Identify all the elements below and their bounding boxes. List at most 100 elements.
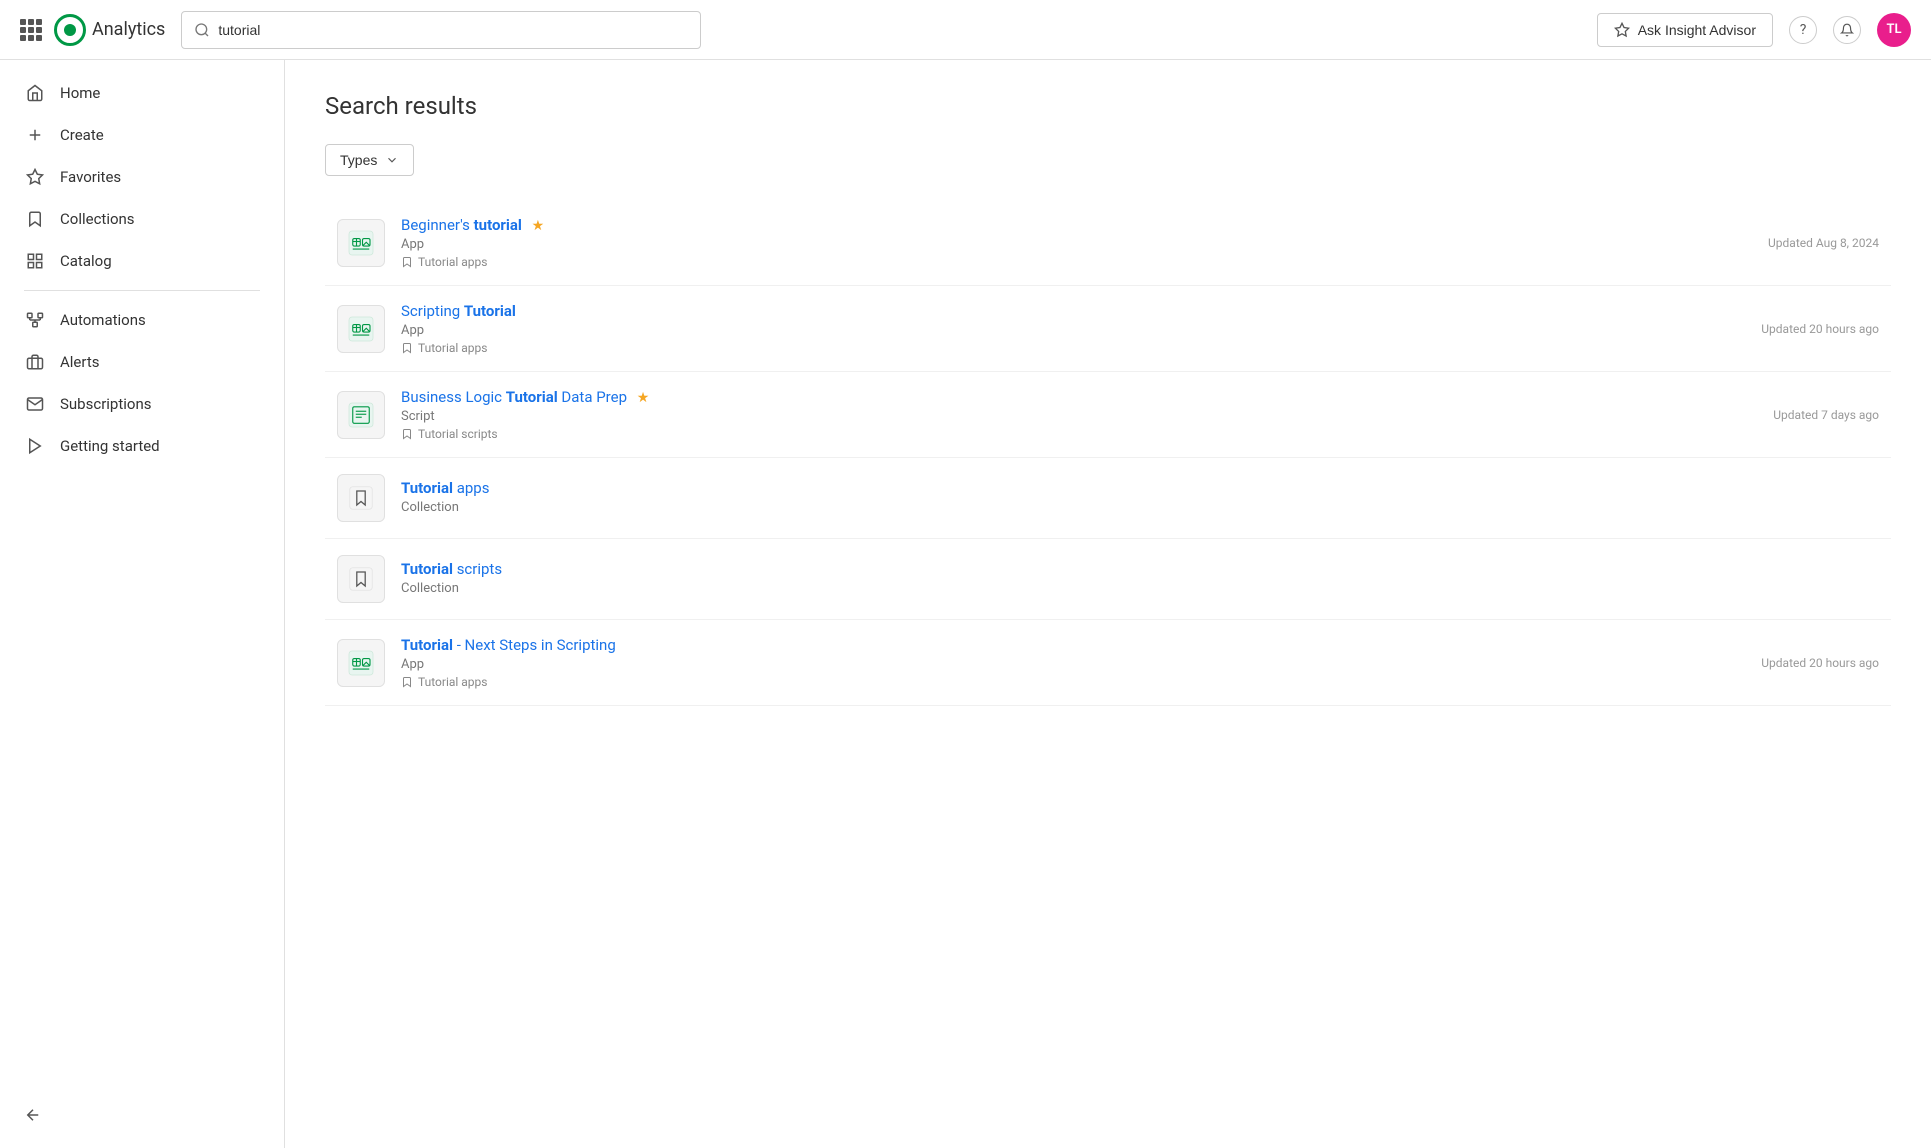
collections-icon — [24, 208, 46, 230]
result-collection: Tutorial apps — [401, 675, 1761, 689]
collection-name: Tutorial apps — [418, 255, 487, 269]
result-title: Tutorial apps — [401, 479, 1879, 497]
sidebar-item-label: Alerts — [60, 353, 100, 371]
collection-icon — [347, 484, 375, 512]
app-icon — [346, 228, 376, 258]
sidebar-item-catalog[interactable]: Catalog — [0, 240, 284, 282]
result-meta: Updated 20 hours ago — [1761, 322, 1879, 336]
help-button[interactable]: ? — [1789, 16, 1817, 44]
collapse-icon — [24, 1106, 42, 1124]
chevron-down-icon — [385, 153, 399, 167]
sidebar-item-alerts[interactable]: Alerts — [0, 341, 284, 383]
result-item-tutorial-scripts-collection[interactable]: Tutorial scripts Collection — [325, 539, 1891, 620]
result-collection: Tutorial apps — [401, 341, 1761, 355]
result-item-icon — [337, 474, 385, 522]
result-item-tutorial-next-steps[interactable]: Tutorial - Next Steps in Scripting App T… — [325, 620, 1891, 706]
insight-advisor-icon — [1614, 22, 1630, 38]
user-avatar[interactable]: TL — [1877, 13, 1911, 47]
result-collection: Tutorial scripts — [401, 427, 1773, 441]
sidebar-item-getting-started[interactable]: Getting started — [0, 425, 284, 467]
title-suffix: - Next Steps in Scripting — [453, 636, 616, 654]
sidebar-item-home[interactable]: Home — [0, 72, 284, 114]
result-item-scripting-tutorial[interactable]: Scripting Tutorial App Tutorial apps Upd… — [325, 286, 1891, 372]
search-input[interactable] — [218, 22, 688, 38]
result-meta: Updated 7 days ago — [1773, 408, 1879, 422]
result-info: Tutorial apps Collection — [401, 479, 1879, 518]
result-item-icon — [337, 219, 385, 267]
result-item-business-logic-tutorial[interactable]: Business Logic Tutorial Data Prep ★ Scri… — [325, 372, 1891, 458]
sidebar-item-automations[interactable]: Automations — [0, 299, 284, 341]
alerts-icon — [24, 351, 46, 373]
sidebar-item-subscriptions[interactable]: Subscriptions — [0, 383, 284, 425]
result-item-icon — [337, 391, 385, 439]
title-highlight: Tutorial — [401, 479, 453, 497]
types-filter-button[interactable]: Types — [325, 144, 414, 176]
sidebar-item-label: Create — [60, 126, 104, 144]
sidebar-item-favorites[interactable]: Favorites — [0, 156, 284, 198]
title-highlight: tutorial — [474, 216, 522, 234]
app-header: Analytics Ask Insight Advisor ? TL — [0, 0, 1931, 60]
sidebar-item-collections[interactable]: Collections — [0, 198, 284, 240]
qlik-logo[interactable]: Analytics — [54, 14, 165, 46]
result-item-tutorial-apps-collection[interactable]: Tutorial apps Collection — [325, 458, 1891, 539]
result-type: Script — [401, 409, 1773, 424]
collection-icon — [347, 565, 375, 593]
results-list: Beginner's tutorial ★ App Tutorial apps … — [325, 200, 1891, 706]
bookmark-icon — [401, 256, 413, 268]
collapse-sidebar-button[interactable] — [24, 1106, 260, 1124]
app-body: Home Create Favorites — [0, 60, 1931, 1148]
result-title: Scripting Tutorial — [401, 302, 1761, 320]
result-type: App — [401, 237, 1768, 252]
sidebar-bottom — [0, 1094, 284, 1136]
result-title: Tutorial - Next Steps in Scripting — [401, 636, 1761, 654]
subscriptions-icon — [24, 393, 46, 415]
title-highlight: Tutorial — [506, 388, 558, 406]
result-info: Scripting Tutorial App Tutorial apps — [401, 302, 1761, 355]
qlik-logo-inner — [64, 24, 76, 36]
result-type: App — [401, 657, 1761, 672]
result-info: Beginner's tutorial ★ App Tutorial apps — [401, 216, 1768, 269]
title-prefix: Beginner's — [401, 216, 474, 234]
title-suffix: scripts — [453, 560, 502, 578]
grid-menu-icon[interactable] — [20, 19, 42, 41]
result-title: Tutorial scripts — [401, 560, 1879, 578]
star-icon: ★ — [637, 390, 650, 406]
title-suffix: Data Prep — [558, 388, 627, 406]
bell-icon — [1840, 23, 1854, 37]
script-icon — [346, 400, 376, 430]
sidebar-divider-1 — [24, 290, 260, 291]
collection-name: Tutorial scripts — [418, 427, 498, 441]
ask-insight-advisor-button[interactable]: Ask Insight Advisor — [1597, 13, 1773, 47]
collection-name: Tutorial apps — [418, 341, 487, 355]
sidebar-item-label: Favorites — [60, 168, 121, 186]
result-info: Business Logic Tutorial Data Prep ★ Scri… — [401, 388, 1773, 441]
title-highlight: Tutorial — [401, 636, 453, 654]
global-search-bar[interactable] — [181, 11, 701, 49]
search-icon — [194, 22, 210, 38]
app-icon — [346, 314, 376, 344]
notifications-button[interactable] — [1833, 16, 1861, 44]
result-meta: Updated Aug 8, 2024 — [1768, 236, 1879, 250]
result-type: Collection — [401, 500, 1879, 515]
title-highlight: Tutorial — [464, 302, 516, 320]
sidebar-item-label: Collections — [60, 210, 135, 228]
sidebar-item-create[interactable]: Create — [0, 114, 284, 156]
result-info: Tutorial scripts Collection — [401, 560, 1879, 599]
result-title: Business Logic Tutorial Data Prep ★ — [401, 388, 1773, 406]
collection-name: Tutorial apps — [418, 675, 487, 689]
result-type: Collection — [401, 581, 1879, 596]
title-suffix: apps — [453, 479, 489, 497]
bookmark-icon — [401, 676, 413, 688]
app-name-label: Analytics — [92, 19, 165, 40]
title-prefix: Scripting — [401, 302, 464, 320]
result-item-icon — [337, 639, 385, 687]
result-meta: Updated 20 hours ago — [1761, 656, 1879, 670]
main-content: Search results Types — [285, 60, 1931, 1148]
page-title: Search results — [325, 92, 1891, 120]
bookmark-icon — [401, 428, 413, 440]
header-right: Ask Insight Advisor ? TL — [1597, 13, 1911, 47]
title-prefix: Business Logic — [401, 388, 506, 406]
result-item-beginners-tutorial[interactable]: Beginner's tutorial ★ App Tutorial apps … — [325, 200, 1891, 286]
sidebar-item-label: Automations — [60, 311, 146, 329]
insight-advisor-label: Ask Insight Advisor — [1638, 22, 1756, 38]
